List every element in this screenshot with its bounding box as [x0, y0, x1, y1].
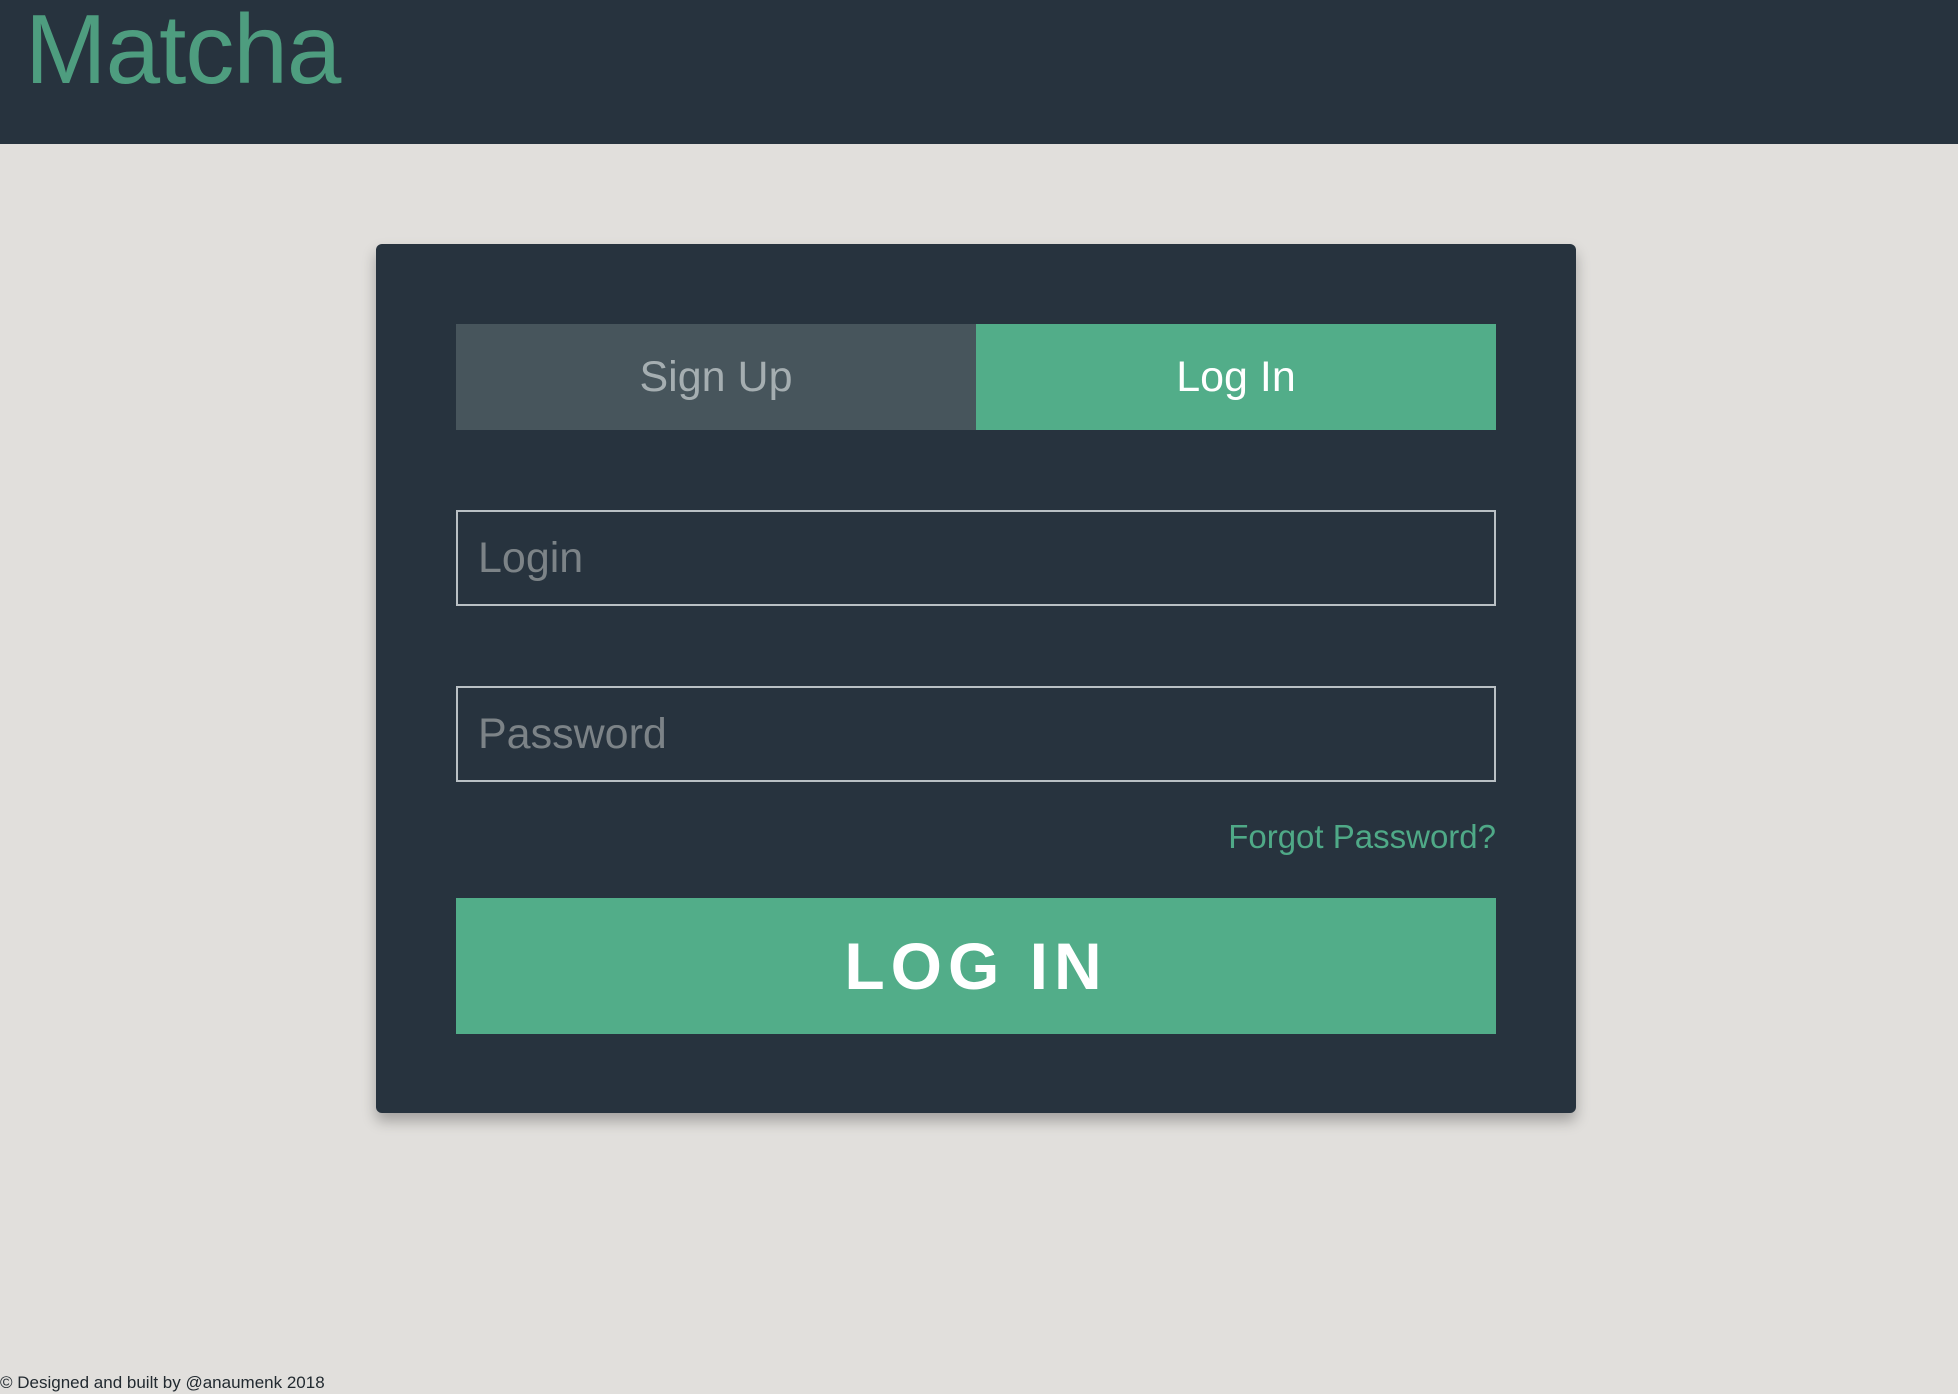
log-in-button[interactable]: LOG IN — [456, 898, 1496, 1034]
tab-sign-up[interactable]: Sign Up — [456, 324, 976, 430]
brand-logo[interactable]: Matcha — [25, 0, 341, 104]
forgot-password-link[interactable]: Forgot Password? — [1228, 818, 1496, 856]
page: Matcha Sign Up Log In Forgot Password? L… — [0, 0, 1958, 1394]
auth-card: Sign Up Log In Forgot Password? LOG IN — [376, 244, 1576, 1113]
password-input[interactable] — [456, 686, 1496, 782]
top-bar: Matcha — [0, 0, 1958, 144]
footer-credit: © Designed and built by @anaumenk 2018 — [0, 1373, 325, 1392]
tab-log-in[interactable]: Log In — [976, 324, 1496, 430]
login-input[interactable] — [456, 510, 1496, 606]
auth-tabs: Sign Up Log In — [456, 324, 1496, 430]
